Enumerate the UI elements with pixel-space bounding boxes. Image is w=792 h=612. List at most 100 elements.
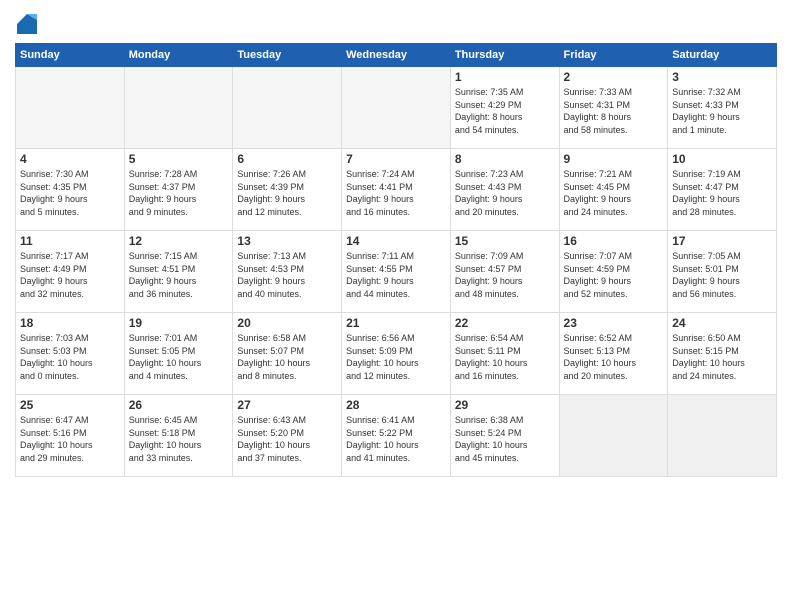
day-number: 18 — [20, 316, 120, 330]
calendar-cell: 7Sunrise: 7:24 AM Sunset: 4:41 PM Daylig… — [342, 149, 451, 231]
day-number: 26 — [129, 398, 229, 412]
calendar-cell: 18 Sunrise: 7:03 AM Sunset: 5:03 PM Dayli… — [16, 313, 125, 395]
day-info: Sunrise: 6:58 AM Sunset: 5:07 PM Dayligh… — [237, 332, 337, 382]
calendar-cell: 23Sunrise: 6:52 AM Sunset: 5:13 PM Dayli… — [559, 313, 668, 395]
day-number: 9 — [564, 152, 664, 166]
calendar-cell — [124, 67, 233, 149]
day-number: 6 — [237, 152, 337, 166]
day-number: 23 — [564, 316, 664, 330]
day-info: Sunrise: 7:17 AM Sunset: 4:49 PM Dayligh… — [20, 250, 120, 300]
day-info: Sunrise: 6:38 AM Sunset: 5:24 PM Dayligh… — [455, 414, 555, 464]
calendar-cell: 10 Sunrise: 7:19 AM Sunset: 4:47 PM Dayli… — [668, 149, 777, 231]
week-row-4: 18 Sunrise: 7:03 AM Sunset: 5:03 PM Dayli… — [16, 313, 777, 395]
day-info: Sunrise: 7:35 AM Sunset: 4:29 PM Dayligh… — [455, 86, 555, 136]
day-number: 5 — [129, 152, 229, 166]
logo — [15, 14, 37, 39]
day-number: 21 — [346, 316, 446, 330]
logo-block — [15, 14, 37, 39]
day-number: 16 — [564, 234, 664, 248]
day-number: 2 — [564, 70, 664, 84]
day-number: 13 — [237, 234, 337, 248]
calendar-cell: 14 Sunrise: 7:11 AM Sunset: 4:55 PM Dayli… — [342, 231, 451, 313]
calendar-cell: 29 Sunrise: 6:38 AM Sunset: 5:24 PM Dayli… — [450, 395, 559, 477]
calendar-cell: 4 Sunrise: 7:30 AM Sunset: 4:35 PM Daylig… — [16, 149, 125, 231]
calendar-cell: 26 Sunrise: 6:45 AM Sunset: 5:18 PM Dayli… — [124, 395, 233, 477]
calendar-cell — [16, 67, 125, 149]
day-info: Sunrise: 7:30 AM Sunset: 4:35 PM Dayligh… — [20, 168, 120, 218]
day-number: 22 — [455, 316, 555, 330]
day-info: Sunrise: 7:23 AM Sunset: 4:43 PM Dayligh… — [455, 168, 555, 218]
weekday-header-tuesday: Tuesday — [233, 44, 342, 67]
calendar-cell: 19 Sunrise: 7:01 AM Sunset: 5:05 PM Dayli… — [124, 313, 233, 395]
logo-icon — [17, 14, 37, 34]
week-row-2: 4 Sunrise: 7:30 AM Sunset: 4:35 PM Daylig… — [16, 149, 777, 231]
day-info: Sunrise: 7:09 AM Sunset: 4:57 PM Dayligh… — [455, 250, 555, 300]
week-row-3: 11 Sunrise: 7:17 AM Sunset: 4:49 PM Dayli… — [16, 231, 777, 313]
day-info: Sunrise: 7:33 AM Sunset: 4:31 PM Dayligh… — [564, 86, 664, 136]
day-number: 19 — [129, 316, 229, 330]
calendar-cell: 22 Sunrise: 6:54 AM Sunset: 5:11 PM Dayli… — [450, 313, 559, 395]
day-number: 14 — [346, 234, 446, 248]
day-info: Sunrise: 6:50 AM Sunset: 5:15 PM Dayligh… — [672, 332, 772, 382]
week-row-1: 1 Sunrise: 7:35 AM Sunset: 4:29 PM Daylig… — [16, 67, 777, 149]
day-info: Sunrise: 6:56 AM Sunset: 5:09 PM Dayligh… — [346, 332, 446, 382]
calendar-cell: 21 Sunrise: 6:56 AM Sunset: 5:09 PM Dayli… — [342, 313, 451, 395]
day-info: Sunrise: 7:32 AM Sunset: 4:33 PM Dayligh… — [672, 86, 772, 136]
day-number: 10 — [672, 152, 772, 166]
weekday-header-friday: Friday — [559, 44, 668, 67]
page-container: SundayMondayTuesdayWednesdayThursdayFrid… — [0, 0, 792, 487]
day-number: 11 — [20, 234, 120, 248]
day-number: 12 — [129, 234, 229, 248]
day-info: Sunrise: 7:07 AM Sunset: 4:59 PM Dayligh… — [564, 250, 664, 300]
calendar-cell: 16 Sunrise: 7:07 AM Sunset: 4:59 PM Dayli… — [559, 231, 668, 313]
day-number: 28 — [346, 398, 446, 412]
day-info: Sunrise: 6:43 AM Sunset: 5:20 PM Dayligh… — [237, 414, 337, 464]
weekday-header-saturday: Saturday — [668, 44, 777, 67]
day-info: Sunrise: 7:21 AM Sunset: 4:45 PM Dayligh… — [564, 168, 664, 218]
day-info: Sunrise: 6:47 AM Sunset: 5:16 PM Dayligh… — [20, 414, 120, 464]
calendar-cell: 17 Sunrise: 7:05 AM Sunset: 5:01 PM Dayli… — [668, 231, 777, 313]
calendar-cell: 25 Sunrise: 6:47 AM Sunset: 5:16 PM Dayli… — [16, 395, 125, 477]
weekday-header-wednesday: Wednesday — [342, 44, 451, 67]
day-number: 15 — [455, 234, 555, 248]
day-number: 25 — [20, 398, 120, 412]
day-info: Sunrise: 7:19 AM Sunset: 4:47 PM Dayligh… — [672, 168, 772, 218]
week-row-5: 25 Sunrise: 6:47 AM Sunset: 5:16 PM Dayli… — [16, 395, 777, 477]
weekday-header-sunday: Sunday — [16, 44, 125, 67]
calendar-table: SundayMondayTuesdayWednesdayThursdayFrid… — [15, 43, 777, 477]
day-info: Sunrise: 7:01 AM Sunset: 5:05 PM Dayligh… — [129, 332, 229, 382]
calendar-cell: 12 Sunrise: 7:15 AM Sunset: 4:51 PM Dayli… — [124, 231, 233, 313]
calendar-cell: 15 Sunrise: 7:09 AM Sunset: 4:57 PM Dayli… — [450, 231, 559, 313]
day-number: 29 — [455, 398, 555, 412]
calendar-cell — [342, 67, 451, 149]
day-info: Sunrise: 7:15 AM Sunset: 4:51 PM Dayligh… — [129, 250, 229, 300]
calendar-cell: 13 Sunrise: 7:13 AM Sunset: 4:53 PM Dayli… — [233, 231, 342, 313]
calendar-cell: 24 Sunrise: 6:50 AM Sunset: 5:15 PM Dayli… — [668, 313, 777, 395]
weekday-header-monday: Monday — [124, 44, 233, 67]
day-info: Sunrise: 6:45 AM Sunset: 5:18 PM Dayligh… — [129, 414, 229, 464]
calendar-cell: 1 Sunrise: 7:35 AM Sunset: 4:29 PM Daylig… — [450, 67, 559, 149]
day-number: 24 — [672, 316, 772, 330]
calendar-cell: 3 Sunrise: 7:32 AM Sunset: 4:33 PM Daylig… — [668, 67, 777, 149]
day-info: Sunrise: 7:03 AM Sunset: 5:03 PM Dayligh… — [20, 332, 120, 382]
day-number: 1 — [455, 70, 555, 84]
calendar-cell — [233, 67, 342, 149]
day-number: 7 — [346, 152, 446, 166]
header — [15, 10, 777, 39]
calendar-cell: 28 Sunrise: 6:41 AM Sunset: 5:22 PM Dayli… — [342, 395, 451, 477]
weekday-header-row: SundayMondayTuesdayWednesdayThursdayFrid… — [16, 44, 777, 67]
calendar-cell: 2 Sunrise: 7:33 AM Sunset: 4:31 PM Daylig… — [559, 67, 668, 149]
day-number: 3 — [672, 70, 772, 84]
day-info: Sunrise: 7:11 AM Sunset: 4:55 PM Dayligh… — [346, 250, 446, 300]
day-info: Sunrise: 6:54 AM Sunset: 5:11 PM Dayligh… — [455, 332, 555, 382]
calendar-cell: 9 Sunrise: 7:21 AM Sunset: 4:45 PM Daylig… — [559, 149, 668, 231]
day-number: 17 — [672, 234, 772, 248]
day-info: Sunrise: 7:13 AM Sunset: 4:53 PM Dayligh… — [237, 250, 337, 300]
day-info: Sunrise: 7:05 AM Sunset: 5:01 PM Dayligh… — [672, 250, 772, 300]
day-number: 4 — [20, 152, 120, 166]
day-info: Sunrise: 6:41 AM Sunset: 5:22 PM Dayligh… — [346, 414, 446, 464]
calendar-cell: 11 Sunrise: 7:17 AM Sunset: 4:49 PM Dayli… — [16, 231, 125, 313]
calendar-cell: 8Sunrise: 7:23 AM Sunset: 4:43 PM Daylig… — [450, 149, 559, 231]
day-info: Sunrise: 7:28 AM Sunset: 4:37 PM Dayligh… — [129, 168, 229, 218]
day-number: 27 — [237, 398, 337, 412]
